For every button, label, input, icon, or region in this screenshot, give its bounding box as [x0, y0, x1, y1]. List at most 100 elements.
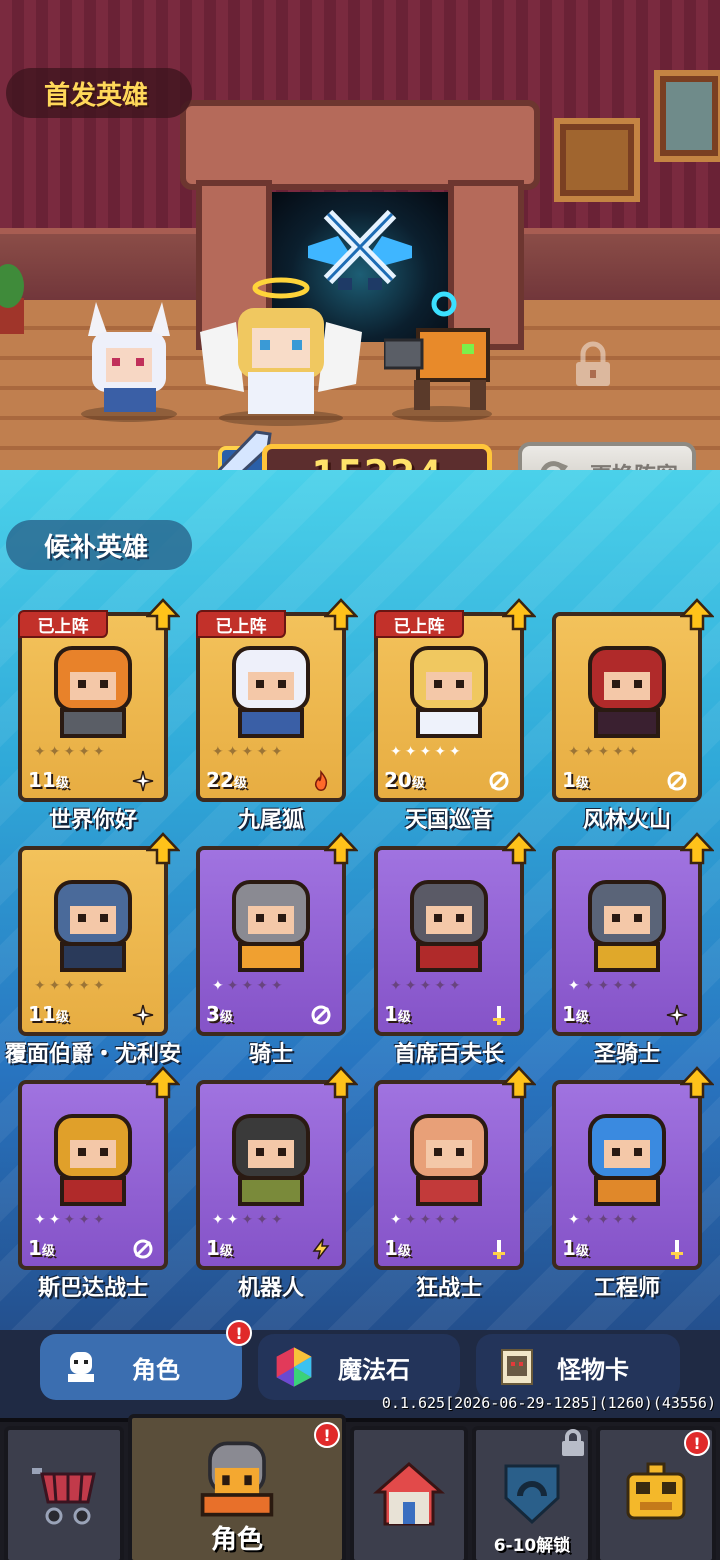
sword-icon [493, 1006, 505, 1025]
upgrade-arrow-icon[interactable] [680, 1066, 714, 1100]
hero-stars: ✦✦✦✦✦ [568, 978, 642, 994]
nav-home[interactable] [350, 1426, 468, 1560]
hero-card-frame: ✦✦✦✦✦ 1级 [552, 846, 702, 1036]
hero-card[interactable]: ✦✦✦✦✦ 1级风林火山 [552, 598, 714, 840]
upgrade-arrow-icon[interactable] [680, 832, 714, 866]
null-icon [133, 1239, 153, 1259]
deployed-badge: 已上阵 [374, 610, 464, 638]
empty-slot-lock-icon[interactable] [568, 340, 618, 390]
upgrade-arrow-icon[interactable] [146, 598, 180, 632]
hero-level-value: 11 [28, 1002, 56, 1026]
hero-portrait [232, 880, 310, 972]
hero-level-unit: 级 [233, 776, 247, 791]
lineup-hero-fox-girl[interactable] [74, 292, 184, 422]
hero-portrait [588, 646, 666, 738]
hero-level-unit: 级 [55, 776, 69, 791]
lineup-hero-angel[interactable] [196, 272, 366, 426]
hero-level: 22级 [206, 768, 247, 792]
upgrade-arrow-icon[interactable] [324, 1066, 358, 1100]
nav-shop[interactable] [4, 1426, 124, 1560]
hero-portrait [54, 646, 132, 738]
plant-icon [0, 264, 24, 334]
hero-level: 1级 [206, 1236, 233, 1260]
hero-level-value: 1 [562, 1236, 576, 1260]
shop-cart-icon [32, 1468, 96, 1525]
hero-portrait [54, 1114, 132, 1206]
hero-level-value: 11 [28, 768, 56, 792]
hero-card[interactable]: ✦✦✦✦✦ 1级 工程师 [552, 1066, 714, 1308]
subtab-magic-stone-label: 魔法石 [338, 1355, 410, 1384]
null-icon [489, 771, 509, 791]
hero-level-value: 1 [562, 768, 576, 792]
hero-level-value: 1 [384, 1236, 398, 1260]
subtab-magic-stone[interactable]: 魔法石 [258, 1334, 460, 1400]
hero-level-value: 1 [384, 1002, 398, 1026]
hero-name: 斯巴达战士 [37, 1276, 148, 1301]
hero-stars: ✦✦✦✦✦ [390, 744, 464, 760]
hero-card-frame: ✦✦✦✦✦ 1级 [552, 1080, 702, 1270]
hero-card[interactable]: ✦✦✦✦✦ 20级 已上阵 天国巡音 [374, 598, 536, 840]
hero-level: 1级 [562, 768, 589, 792]
hero-name: 风林火山 [582, 808, 671, 833]
hero-level: 11级 [28, 1002, 69, 1026]
upgrade-arrow-icon[interactable] [680, 598, 714, 632]
hero-level-value: 22 [206, 768, 234, 792]
upgrade-arrow-icon[interactable] [324, 832, 358, 866]
wall-portrait-left [554, 118, 640, 202]
deployed-badge: 已上阵 [18, 610, 108, 638]
hero-grid: ✦✦✦✦✦ 11级 已上阵 世界你好 ✦✦✦✦✦ 22级 已上阵 九尾狐 ✦✦✦✦✦ 20级 已上阵… [5, 598, 714, 1308]
hero-stars: ✦✦✦✦✦ [568, 744, 642, 760]
nav-robot-notification-badge: ! [684, 1430, 710, 1456]
hero-card[interactable]: ✦✦✦✦✦ 1级 狂战士 [374, 1066, 536, 1308]
hero-name: 覆面伯爵・尤利安 [4, 1042, 181, 1067]
null-icon [311, 1005, 331, 1025]
hero-level: 1级 [384, 1002, 411, 1026]
hero-card[interactable]: ✦✦✦✦✦ 3级 骑士 [196, 832, 358, 1074]
hero-card[interactable]: ✦✦✦✦✦ 11级覆面伯爵・尤利安 [5, 832, 181, 1074]
guild-shield-icon [504, 1464, 560, 1525]
hero-card-frame: ✦✦✦✦✦ 11级 [18, 846, 168, 1036]
upgrade-arrow-icon[interactable] [324, 598, 358, 632]
hero-level: 1级 [28, 1236, 55, 1260]
hero-level-value: 20 [384, 768, 412, 792]
version-text: 0.1.625[2026-06-29-1285](1260)(43556) [381, 1394, 716, 1412]
hero-card-frame: ✦✦✦✦✦ 1级 [374, 846, 524, 1036]
hero-card[interactable]: ✦✦✦✦✦ 1级 圣骑士 [552, 832, 714, 1074]
upgrade-arrow-icon[interactable] [502, 598, 536, 632]
hero-card-frame: ✦✦✦✦✦ 1级 [374, 1080, 524, 1270]
hero-level-value: 1 [206, 1236, 220, 1260]
hero-stars: ✦✦✦✦✦ [568, 1212, 642, 1228]
hero-portrait [410, 646, 488, 738]
robot-box-icon [626, 1462, 686, 1520]
upgrade-arrow-icon[interactable] [146, 1066, 180, 1100]
hero-level-unit: 级 [219, 1010, 233, 1025]
upgrade-arrow-icon[interactable] [502, 1066, 536, 1100]
hero-card-frame: ✦✦✦✦✦ 20级 [374, 612, 524, 802]
wall-portrait-right [654, 70, 720, 162]
hero-level: 1级 [562, 1002, 589, 1026]
hero-name: 九尾狐 [237, 808, 304, 833]
nav-guild-label: 6-10解锁 [493, 1536, 571, 1556]
lineup-hero-robot[interactable] [384, 290, 500, 422]
hero-card[interactable]: ✦✦✦✦✦ 11级 已上阵 世界你好 [18, 598, 180, 840]
hero-card[interactable]: ✦✦✦✦✦ 1级 机器人 [196, 1066, 358, 1308]
upgrade-arrow-icon[interactable] [502, 832, 536, 866]
hero-level-unit: 级 [575, 1244, 589, 1259]
hero-portrait [410, 880, 488, 972]
hero-name: 圣骑士 [593, 1042, 660, 1067]
hero-card[interactable]: ✦✦✦✦✦ 22级 已上阵 九尾狐 [196, 598, 358, 840]
hero-level-value: 1 [28, 1236, 42, 1260]
hero-level-unit: 级 [41, 1244, 55, 1259]
hero-level: 1级 [562, 1236, 589, 1260]
subtab-hero[interactable]: 角色 [40, 1334, 242, 1400]
subtab-monster-card[interactable]: 怪物卡 [476, 1334, 680, 1400]
hero-notification-badge: ! [226, 1320, 252, 1346]
sword-icon [671, 1240, 683, 1259]
hero-card[interactable]: ✦✦✦✦✦ 1级 斯巴达战士 [18, 1066, 180, 1308]
upgrade-arrow-icon[interactable] [146, 832, 180, 866]
hero-name: 世界你好 [48, 808, 137, 833]
hero-card[interactable]: ✦✦✦✦✦ 1级 首席百夫长 [374, 832, 536, 1074]
hero-level: 20级 [384, 768, 425, 792]
hero-portrait [232, 1114, 310, 1206]
sparkle-icon [666, 1004, 688, 1026]
